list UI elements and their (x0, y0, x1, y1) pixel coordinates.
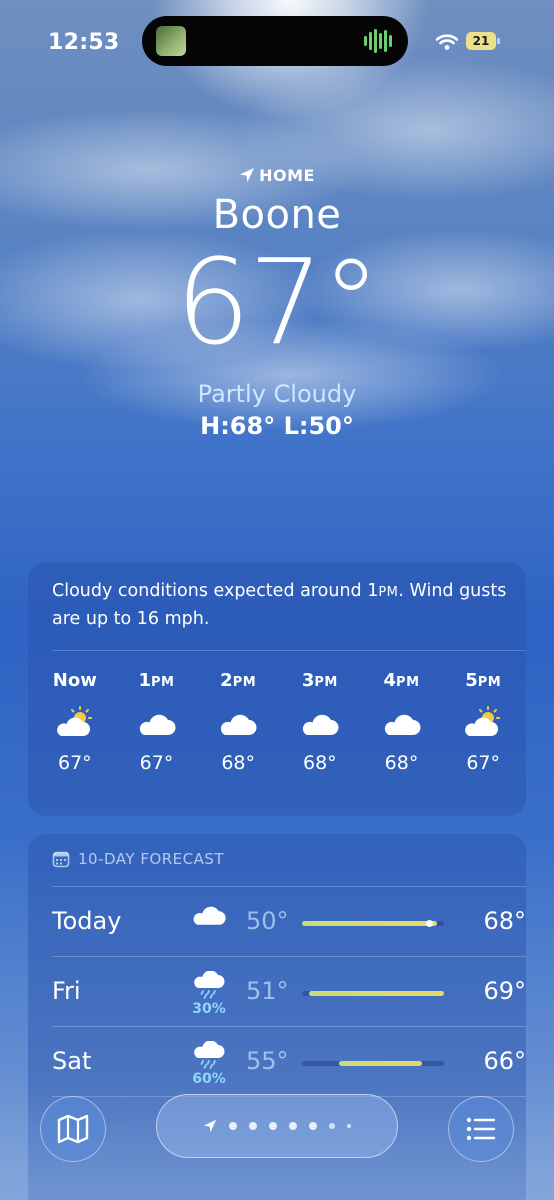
location-list-button[interactable] (448, 1096, 514, 1162)
list-icon (466, 1117, 496, 1141)
rain-icon: 30% (184, 970, 234, 1017)
hour-suffix: PM (396, 675, 420, 690)
temperature-range-fill (339, 1061, 422, 1066)
hour-item: 3PM 68° (279, 670, 361, 774)
temperature-range-fill (309, 991, 444, 996)
hour-item: 5PM 67° (442, 670, 524, 774)
hour-label: 5PM (442, 670, 524, 700)
cloud-icon (116, 700, 198, 746)
cloud-icon (197, 700, 279, 746)
hour-temperature: 67° (139, 752, 174, 774)
hour-suffix: PM (477, 675, 502, 690)
forecast-row[interactable]: Fri 30% 51° 69° (52, 956, 526, 1026)
hour-suffix: PM (314, 675, 338, 690)
high-temperature: 68° (483, 907, 526, 935)
now-playing-artwork (156, 26, 186, 56)
high-low-temperature: H:68° L:50° (200, 412, 354, 440)
map-button[interactable] (40, 1096, 106, 1162)
audio-waveform-icon (364, 29, 392, 53)
day-name: Today (52, 907, 122, 935)
forecast-summary: Cloudy conditions expected around 1PM. W… (52, 578, 512, 632)
hour-item: 1PM 67° (116, 670, 198, 774)
hour-item: 4PM 68° (361, 670, 443, 774)
hour-temperature: 68° (221, 752, 256, 774)
high-temperature: 66° (483, 1047, 526, 1075)
location-tag-label: HOME (259, 166, 315, 185)
hour-label: 2PM (197, 670, 279, 700)
temperature-range-bar (302, 920, 444, 927)
hour-number: 4 (383, 670, 397, 691)
wifi-icon (436, 34, 458, 50)
hour-label: 3PM (279, 670, 361, 700)
hour-label: Now (34, 670, 116, 700)
map-icon (57, 1114, 89, 1144)
page-dot (347, 1124, 351, 1128)
low-temperature: 50° (246, 907, 289, 935)
location-arrow-icon (240, 168, 255, 182)
hour-temperature: 68° (384, 752, 419, 774)
page-dot (289, 1122, 297, 1130)
low-temperature: 51° (246, 977, 289, 1005)
current-temp-marker (425, 920, 433, 927)
hour-item: Now 67° (34, 670, 116, 774)
divider (52, 650, 526, 651)
temperature-range-fill (302, 921, 437, 926)
location-tag: HOME (0, 166, 554, 185)
precipitation-chance: 30% (192, 1001, 226, 1017)
temperature-range-bar (302, 991, 444, 996)
current-condition: Partly Cloudy (197, 380, 357, 408)
hour-item: 2PM 68° (197, 670, 279, 774)
hourly-list[interactable]: Now 67° 1PM 67° 2PM 68° 3PM 68° 4PM 68° … (34, 670, 524, 774)
hour-temperature: 67° (57, 752, 92, 774)
summary-pm: PM (378, 585, 399, 600)
cloud-icon (184, 901, 234, 931)
cloud-icon (361, 700, 443, 746)
partly-cloudy-icon (442, 700, 524, 746)
hour-temperature: 68° (303, 752, 337, 774)
page-dot (329, 1123, 335, 1129)
battery-indicator: 21 (466, 32, 500, 50)
low-temperature: 55° (246, 1047, 289, 1075)
temperature-range-bar (302, 1061, 444, 1066)
summary-text: Cloudy conditions expected around 1 (52, 581, 379, 601)
high-temperature: 69° (483, 977, 526, 1005)
current-temperature: 67° (175, 233, 380, 371)
partly-cloudy-icon (34, 700, 116, 746)
dynamic-island[interactable] (142, 16, 408, 66)
current-location-arrow-icon (203, 1119, 217, 1133)
page-dot (309, 1122, 317, 1130)
page-dot (249, 1122, 257, 1130)
day-name: Fri (52, 977, 81, 1005)
hour-number: 2 (220, 670, 233, 691)
hourly-forecast-card[interactable]: Cloudy conditions expected around 1PM. W… (28, 562, 526, 816)
page-dot (269, 1122, 277, 1130)
hour-number: 3 (301, 670, 315, 691)
day-name: Sat (52, 1047, 92, 1075)
hour-temperature: 67° (466, 752, 501, 774)
page-dot (229, 1122, 237, 1130)
location-page-indicator[interactable] (156, 1094, 398, 1158)
cloud-icon (279, 700, 361, 746)
city-name: Boone (212, 192, 342, 238)
hour-label: 4PM (361, 670, 443, 700)
ten-day-header: 10-DAY FORECAST (52, 850, 224, 868)
ten-day-header-label: 10-DAY FORECAST (78, 850, 225, 868)
hour-number: 5 (465, 670, 478, 691)
forecast-row[interactable]: Today 50° 68° (52, 886, 526, 956)
hour-number: 1 (138, 670, 152, 691)
hour-label: 1PM (116, 670, 198, 700)
hour-suffix: PM (151, 675, 175, 690)
hour-number: Now (52, 670, 97, 691)
hour-suffix: PM (232, 675, 257, 690)
calendar-icon (52, 851, 70, 868)
status-time: 12:53 (48, 30, 120, 55)
